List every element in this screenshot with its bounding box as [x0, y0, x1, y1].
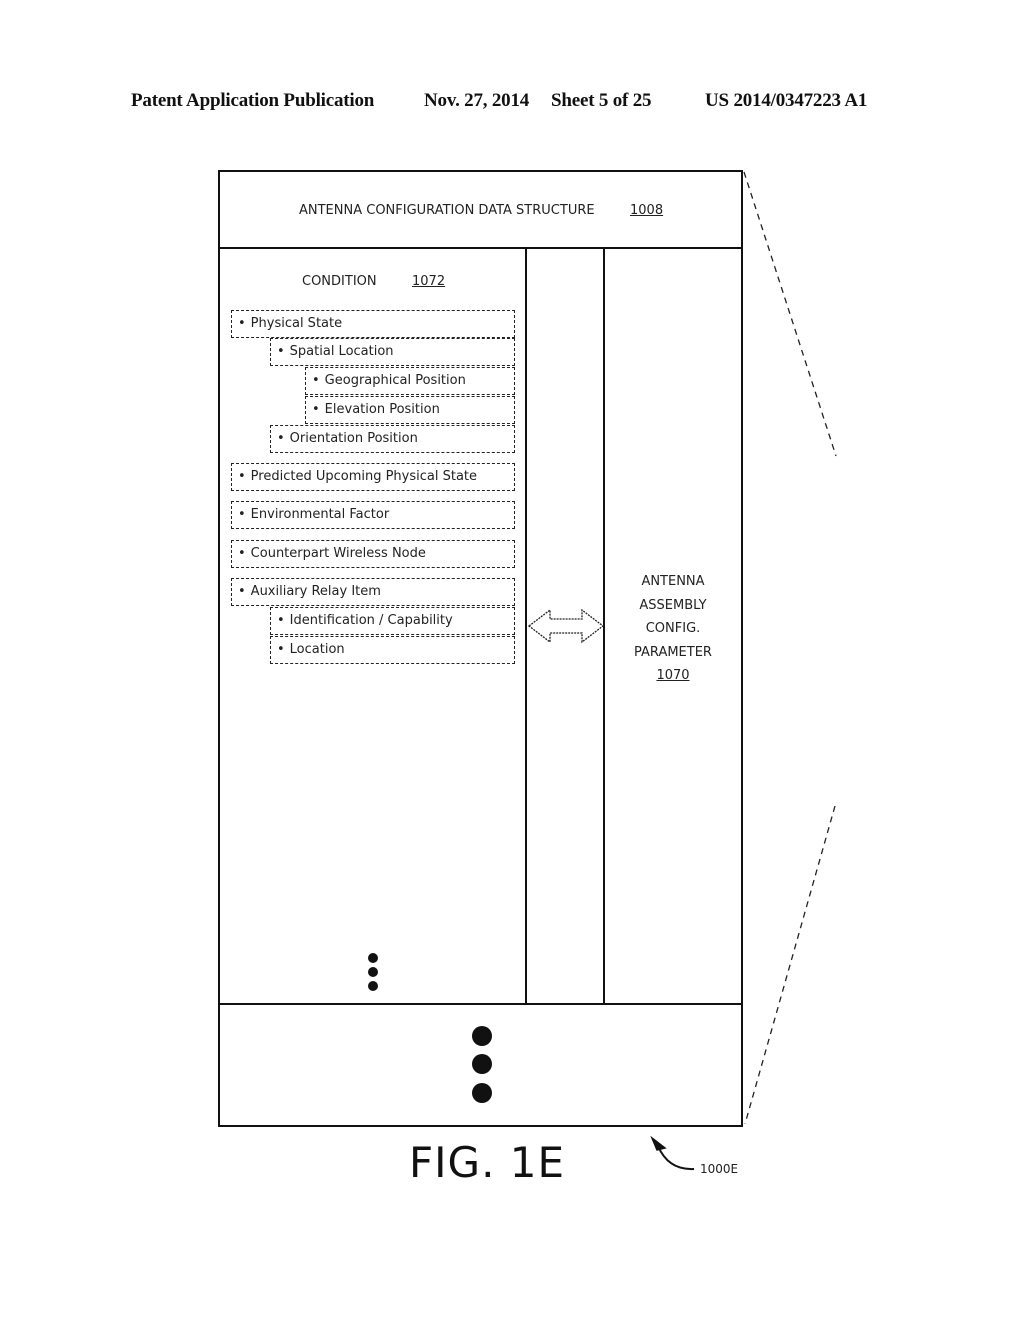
projection-line-upper — [743, 171, 837, 457]
reference-arrowhead-icon — [650, 1135, 667, 1151]
double-headed-arrow-icon — [527, 608, 605, 644]
diagram-overlay — [527, 171, 837, 1171]
reference-arrow-icon — [657, 1145, 695, 1171]
projection-line-lower — [744, 805, 836, 1125]
figure-reference-number: 1000E — [700, 1162, 739, 1176]
figure-label: FIG. 1E — [409, 1138, 566, 1187]
